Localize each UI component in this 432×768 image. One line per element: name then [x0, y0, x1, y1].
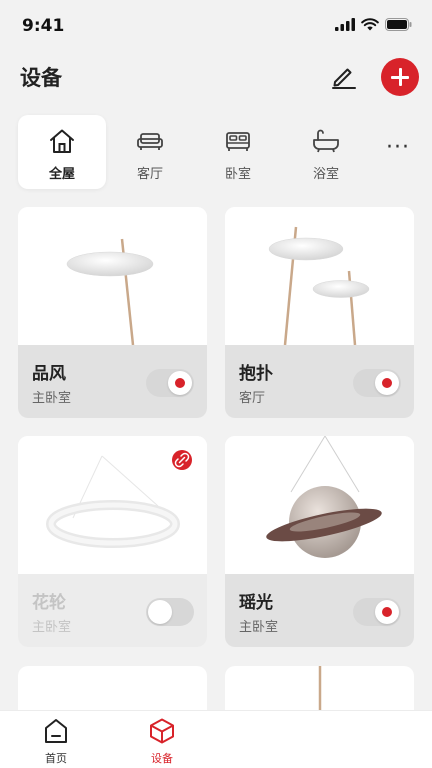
- tab-label: 设备: [151, 752, 173, 765]
- power-toggle[interactable]: [146, 369, 194, 397]
- device-room: 主卧室: [32, 620, 72, 635]
- tab-whole-house[interactable]: 全屋: [18, 115, 106, 189]
- add-device-button[interactable]: [381, 58, 419, 96]
- device-info: 抱扑 客厅: [225, 345, 414, 418]
- page-title: 设备: [20, 66, 62, 90]
- unlink-badge-icon: [172, 450, 192, 470]
- pen-icon: [332, 68, 356, 89]
- home-tab-icon: [45, 719, 67, 743]
- status-bar: 9:41: [0, 0, 432, 52]
- wifi-icon: [361, 18, 379, 31]
- battery-icon: [385, 18, 412, 31]
- device-card[interactable]: 抱扑 客厅: [225, 207, 414, 418]
- device-name: 品风: [32, 364, 66, 384]
- device-name: 瑶光: [239, 593, 273, 613]
- room-tabs: 全屋 客厅 卧室 浴室 ···: [18, 115, 432, 189]
- saturn-lamp-image: [266, 436, 382, 558]
- room-tab-label: 卧室: [224, 167, 251, 182]
- pendant-lamp-image: [268, 226, 370, 346]
- device-room: 主卧室: [239, 620, 279, 635]
- device-room: 客厅: [239, 391, 266, 406]
- tab-bathroom[interactable]: 浴室: [282, 115, 370, 189]
- bed-icon: [226, 132, 250, 151]
- device-info: 花轮 主卧室: [18, 574, 207, 647]
- more-rooms-button[interactable]: ···: [386, 135, 410, 160]
- device-info: 瑶光 主卧室: [225, 574, 414, 647]
- tab-bedroom[interactable]: 卧室: [194, 115, 282, 189]
- tab-label: 首页: [45, 752, 67, 765]
- signal-icon: [335, 18, 355, 31]
- pendant-lamp-image: [66, 238, 154, 346]
- room-tab-label: 浴室: [312, 167, 339, 182]
- home-icon: [50, 129, 74, 153]
- device-card[interactable]: 瑶光 主卧室: [225, 436, 414, 647]
- tab-devices[interactable]: 设备: [127, 711, 197, 768]
- header: 设备: [0, 52, 432, 102]
- room-tab-label: 客厅: [136, 167, 163, 182]
- device-name: 花轮: [32, 593, 66, 613]
- device-image: [18, 436, 207, 574]
- device-card[interactable]: 品风 主卧室: [18, 207, 207, 418]
- power-toggle[interactable]: [353, 598, 401, 626]
- status-time: 9:41: [22, 16, 65, 36]
- device-info: 品风 主卧室: [18, 345, 207, 418]
- device-image: [225, 207, 414, 346]
- bottom-tab-bar: 首页 设备: [0, 710, 432, 768]
- power-toggle[interactable]: [353, 369, 401, 397]
- sofa-icon: [137, 133, 163, 150]
- edit-button[interactable]: [330, 62, 358, 90]
- device-name: 抱扑: [239, 364, 273, 384]
- device-card[interactable]: 花轮 主卧室: [18, 436, 207, 647]
- room-tab-label: 全屋: [48, 167, 75, 182]
- device-room: 主卧室: [32, 391, 72, 406]
- device-image: [225, 436, 414, 574]
- tab-living-room[interactable]: 客厅: [106, 115, 194, 189]
- power-toggle[interactable]: [146, 598, 194, 626]
- bathtub-icon: [313, 129, 339, 153]
- cube-icon: [150, 718, 174, 744]
- status-icons: [335, 18, 412, 31]
- tab-home[interactable]: 首页: [21, 711, 91, 768]
- device-image: [18, 207, 207, 346]
